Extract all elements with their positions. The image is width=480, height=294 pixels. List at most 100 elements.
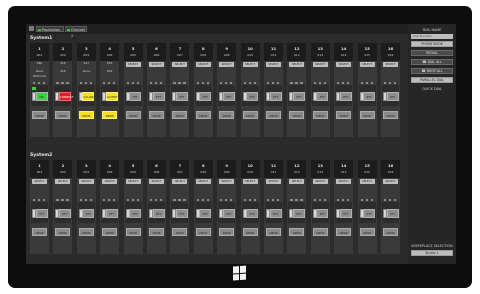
select-button[interactable]: SELECT — [172, 179, 188, 184]
ptt-button[interactable]: PTT — [105, 209, 118, 218]
drop-button[interactable]: DROP — [125, 111, 141, 119]
workplace-select-button[interactable]: Studio 1 — [411, 250, 453, 256]
ptt-button[interactable]: PTT — [316, 92, 329, 101]
tab-channel-2[interactable]: Channel 2 — [65, 26, 87, 38]
ptt-button[interactable]: CONNECT — [58, 92, 74, 101]
select-button[interactable]: SELECT — [289, 179, 305, 184]
ptt-button[interactable]: PTT — [222, 209, 235, 218]
select-button[interactable]: SELECT — [266, 179, 281, 184]
select-button[interactable]: SELECT — [125, 62, 141, 67]
ptt-button[interactable]: CALLING — [82, 92, 95, 101]
redial-button[interactable]: REDIAL — [411, 50, 453, 56]
select-button[interactable]: SELECT — [125, 179, 141, 184]
drop-button[interactable]: DROP — [383, 228, 398, 236]
ptt-button[interactable]: PTT — [246, 209, 259, 218]
select-button[interactable]: SELECT — [383, 179, 398, 184]
drop-button[interactable]: DROP — [195, 111, 211, 119]
select-button[interactable]: SELECT — [266, 62, 281, 67]
select-button[interactable]: SELECT — [149, 62, 164, 67]
select-button[interactable]: SELECT — [55, 179, 71, 184]
ptt-button[interactable]: PTT — [363, 92, 376, 101]
parallel-dial-button[interactable]: PARALLEL DIAL — [411, 77, 453, 83]
ptt-button[interactable]: PTT — [35, 209, 48, 218]
select-button[interactable]: SELECT — [242, 179, 258, 184]
ptt-button[interactable]: PTT — [199, 209, 212, 218]
select-button[interactable]: SELECT — [195, 179, 211, 184]
drop-button[interactable]: DROP — [266, 111, 281, 119]
windows-logo-icon[interactable] — [233, 265, 247, 281]
ptt-button[interactable]: PTT — [199, 92, 212, 101]
ptt-button[interactable]: PTT — [386, 209, 399, 218]
drop-button[interactable]: DROP — [312, 111, 328, 119]
drop-all-button[interactable]: ☎DROP ALL — [411, 68, 453, 74]
drop-button[interactable]: DROP — [32, 111, 47, 119]
select-button[interactable]: SELECT — [359, 179, 375, 184]
select-button[interactable]: SELECT — [383, 62, 398, 67]
ptt-button[interactable]: PTT — [152, 209, 165, 218]
ptt-button[interactable]: PTT — [386, 92, 399, 101]
ptt-button[interactable]: PTT — [292, 209, 305, 218]
ptt-button[interactable]: PTT — [175, 92, 188, 101]
drop-button[interactable]: DROP — [102, 228, 118, 236]
ptt-button[interactable]: PTT — [292, 92, 305, 101]
ptt-button[interactable]: PTT — [175, 209, 188, 218]
ptt-button[interactable]: PTT — [82, 209, 95, 218]
ptt-button[interactable]: PTT — [316, 209, 329, 218]
ptt-button[interactable]: PTT — [222, 92, 235, 101]
phone-book-button[interactable]: PHONE BOOK — [411, 41, 453, 47]
drop-button[interactable]: DROP — [266, 228, 281, 236]
select-button[interactable]: SELECT — [219, 62, 235, 67]
ptt-button[interactable]: PTT — [339, 92, 352, 101]
ptt-button[interactable]: ON — [35, 92, 48, 101]
drop-button[interactable]: DROP — [55, 111, 71, 119]
drop-button[interactable]: DROP — [125, 228, 141, 236]
dial-number-input[interactable]: Dial Number — [411, 34, 453, 39]
ptt-button[interactable]: PTT — [58, 209, 71, 218]
ptt-button[interactable]: PTT — [129, 92, 142, 101]
ptt-button[interactable]: PTT — [269, 92, 282, 101]
select-button[interactable]: SELECT — [242, 62, 258, 67]
drop-button[interactable]: DROP — [289, 228, 305, 236]
select-button[interactable]: SELECT — [102, 179, 118, 184]
select-button[interactable]: SELECT — [359, 62, 375, 67]
drop-button[interactable]: DROP — [195, 228, 211, 236]
select-button[interactable]: SELECT — [32, 179, 47, 184]
drop-button[interactable]: DROP — [242, 228, 258, 236]
drop-button[interactable]: DROP — [102, 111, 118, 119]
ptt-button[interactable]: PTT — [129, 209, 142, 218]
drop-button[interactable]: DROP — [55, 228, 71, 236]
drop-button[interactable]: DROP — [149, 228, 164, 236]
drop-button[interactable]: DROP — [359, 228, 375, 236]
ptt-button[interactable]: PTT — [363, 209, 376, 218]
ptt-button[interactable]: PTT — [339, 209, 352, 218]
drop-button[interactable]: DROP — [78, 111, 94, 119]
drop-button[interactable]: DROP — [78, 228, 94, 236]
select-button[interactable]: SELECT — [78, 179, 94, 184]
ptt-button[interactable]: PTT — [269, 209, 282, 218]
tab-production[interactable]: Production — [36, 26, 64, 32]
drop-button[interactable]: DROP — [336, 228, 352, 236]
select-button[interactable]: SELECT — [195, 62, 211, 67]
drop-button[interactable]: DROP — [336, 111, 352, 119]
ptt-button[interactable]: PTT — [152, 92, 165, 101]
drop-button[interactable]: DROP — [219, 111, 235, 119]
drop-button[interactable]: DROP — [289, 111, 305, 119]
ptt-button[interactable]: ACCEPT — [105, 92, 118, 101]
select-button[interactable]: SELECT — [172, 62, 188, 67]
select-button[interactable]: SELECT — [336, 62, 352, 67]
drop-button[interactable]: DROP — [219, 228, 235, 236]
select-button[interactable]: SELECT — [312, 179, 328, 184]
select-button[interactable]: SELECT — [336, 179, 352, 184]
select-button[interactable]: SELECT — [289, 62, 305, 67]
select-button[interactable]: SELECT — [219, 179, 235, 184]
drop-button[interactable]: DROP — [172, 228, 188, 236]
drop-button[interactable]: DROP — [312, 228, 328, 236]
drop-button[interactable]: DROP — [242, 111, 258, 119]
select-button[interactable]: SELECT — [149, 179, 164, 184]
drop-button[interactable]: DROP — [32, 228, 47, 236]
dial-all-button[interactable]: ☎DIAL ALL — [411, 59, 453, 65]
drop-button[interactable]: DROP — [359, 111, 375, 119]
ptt-button[interactable]: PTT — [246, 92, 259, 101]
drop-button[interactable]: DROP — [172, 111, 188, 119]
drop-button[interactable]: DROP — [383, 111, 398, 119]
